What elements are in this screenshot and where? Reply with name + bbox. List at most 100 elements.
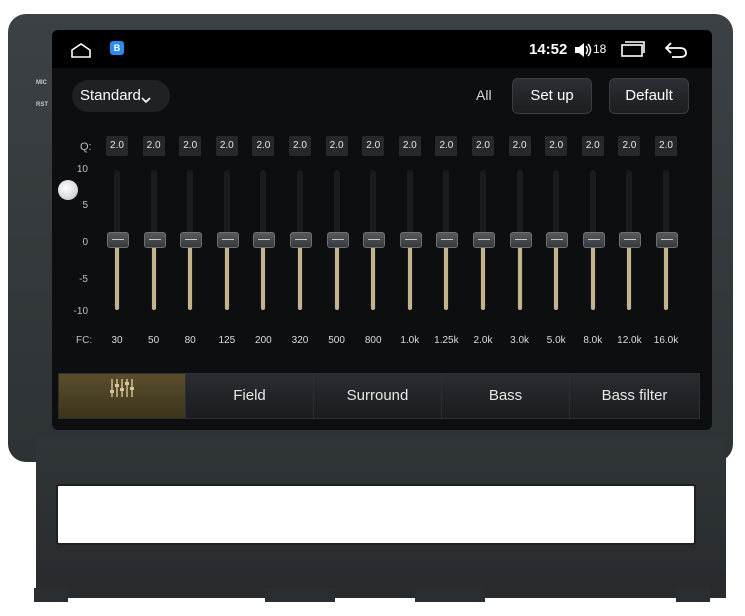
q-value[interactable]: 2.0 xyxy=(472,136,494,156)
eq-slider-fill xyxy=(590,240,595,310)
fc-value: 3.0k xyxy=(510,335,530,346)
setup-button[interactable]: Set up xyxy=(512,78,592,114)
scale-label: 0 xyxy=(82,237,88,248)
scale-label: -5 xyxy=(79,274,88,285)
eq-slider-knob[interactable] xyxy=(582,232,605,248)
scroll-handle[interactable] xyxy=(58,180,78,200)
q-value[interactable]: 2.0 xyxy=(398,136,421,156)
device-foot xyxy=(676,588,710,602)
tab-equalizer[interactable] xyxy=(59,374,186,418)
fc-value: 5.0k xyxy=(546,335,566,346)
eq-slider-knob[interactable] xyxy=(509,232,532,248)
fc-value: 1.0k xyxy=(400,335,420,346)
status-bar: B 14:52 18 xyxy=(52,30,712,68)
eq-slider-knob[interactable] xyxy=(290,232,312,248)
device-foot xyxy=(265,588,335,602)
q-value[interactable]: 2.0 xyxy=(581,136,604,156)
volume-level: 18 xyxy=(593,42,607,56)
eq-slider-fill xyxy=(261,240,266,310)
tab-bar: Field Surround Bass Enhancement Bass fil… xyxy=(58,373,700,419)
q-value[interactable]: 2.0 xyxy=(435,136,458,156)
eq-slider-fill xyxy=(481,240,485,310)
q-value[interactable]: 2.0 xyxy=(362,136,385,156)
eq-slider-fill xyxy=(664,240,668,310)
fc-value: 12.0k xyxy=(617,335,642,346)
all-toggle[interactable]: All xyxy=(476,87,492,103)
fc-value: 16.0k xyxy=(653,335,679,346)
fc-value: 50 xyxy=(148,335,160,346)
eq-slider-fill xyxy=(407,240,412,310)
eq-slider-fill xyxy=(517,240,522,310)
eq-slider-knob[interactable] xyxy=(363,232,386,248)
equalizer-icon xyxy=(109,374,135,418)
recents-icon[interactable] xyxy=(621,41,645,62)
eq-slider-knob[interactable] xyxy=(107,232,129,248)
eq-slider-knob[interactable] xyxy=(180,232,203,248)
eq-slider-fill xyxy=(151,240,156,310)
q-value[interactable]: 2.0 xyxy=(325,136,348,156)
q-value[interactable]: 2.0 xyxy=(655,136,677,156)
eq-slider-knob[interactable] xyxy=(619,232,642,248)
device-slot xyxy=(56,484,696,545)
fc-value: 1.25k xyxy=(434,335,459,346)
fc-value: 8.0k xyxy=(583,335,603,346)
q-value[interactable]: 2.0 xyxy=(106,136,128,156)
q-value[interactable]: 2.0 xyxy=(215,136,238,156)
eq-slider-fill xyxy=(224,240,229,310)
fc-value: 30 xyxy=(111,335,123,346)
preset-dropdown[interactable]: Standard xyxy=(72,80,170,112)
eq-slider-knob[interactable] xyxy=(473,232,495,248)
eq-slider-fill xyxy=(444,240,449,310)
q-value[interactable]: 2.0 xyxy=(142,136,165,156)
q-value[interactable]: 2.0 xyxy=(179,136,202,156)
fc-label: FC: xyxy=(76,335,93,346)
eq-slider-fill xyxy=(554,240,559,310)
eq-slider-knob[interactable] xyxy=(326,232,349,248)
home-icon[interactable] xyxy=(70,42,92,63)
volume-icon[interactable] xyxy=(574,42,592,63)
eq-slider-fill xyxy=(188,240,193,310)
back-icon[interactable] xyxy=(664,41,688,64)
eq-slider-knob[interactable] xyxy=(436,232,459,248)
fc-value: 500 xyxy=(328,335,345,346)
clock: 14:52 xyxy=(529,41,568,58)
eq-slider-knob[interactable] xyxy=(143,232,166,248)
tab-bass-enhancement[interactable]: Bass Enhancement xyxy=(442,374,570,418)
eq-slider-knob[interactable] xyxy=(253,232,276,248)
scale-label: 5 xyxy=(82,200,88,211)
q-value[interactable]: 2.0 xyxy=(508,136,531,156)
q-value[interactable]: 2.0 xyxy=(545,136,568,156)
reset-label[interactable]: RST xyxy=(36,102,48,108)
q-label: Q: xyxy=(80,141,92,153)
mic-label: MIC xyxy=(36,80,47,86)
tab-surround[interactable]: Surround xyxy=(314,374,442,418)
eq-slider-knob[interactable] xyxy=(656,232,678,248)
scale-label: 10 xyxy=(76,164,88,175)
eq-slider-fill xyxy=(298,240,302,310)
eq-slider-fill xyxy=(627,240,632,310)
device-foot xyxy=(34,588,68,602)
chevron-down-icon[interactable] xyxy=(141,91,151,109)
fc-value: 80 xyxy=(184,335,196,346)
scale-label: -10 xyxy=(73,306,88,317)
q-value[interactable]: 2.0 xyxy=(252,136,275,156)
default-button[interactable]: Default xyxy=(609,78,689,114)
fc-value: 800 xyxy=(364,335,382,346)
q-value[interactable]: 2.0 xyxy=(289,136,311,156)
app-icon[interactable]: B xyxy=(110,41,124,55)
eq-slider-knob[interactable] xyxy=(399,232,422,248)
fc-value: 2.0k xyxy=(473,335,493,346)
fc-value: 125 xyxy=(218,335,236,346)
eq-slider-knob[interactable] xyxy=(216,232,239,248)
q-value[interactable]: 2.0 xyxy=(618,136,641,156)
eq-slider-fill xyxy=(371,240,376,310)
device-foot xyxy=(415,588,485,602)
fc-value: 200 xyxy=(255,335,272,346)
tab-field[interactable]: Field xyxy=(186,374,314,418)
eq-slider-fill xyxy=(334,240,339,310)
head-unit-screen: B 14:52 18 Standard All Set up Default Q… xyxy=(52,30,712,430)
eq-slider-knob[interactable] xyxy=(546,232,569,248)
tab-bass-filter[interactable]: Bass filter xyxy=(570,374,699,418)
eq-slider-fill xyxy=(115,240,119,310)
fc-value: 320 xyxy=(291,335,309,346)
